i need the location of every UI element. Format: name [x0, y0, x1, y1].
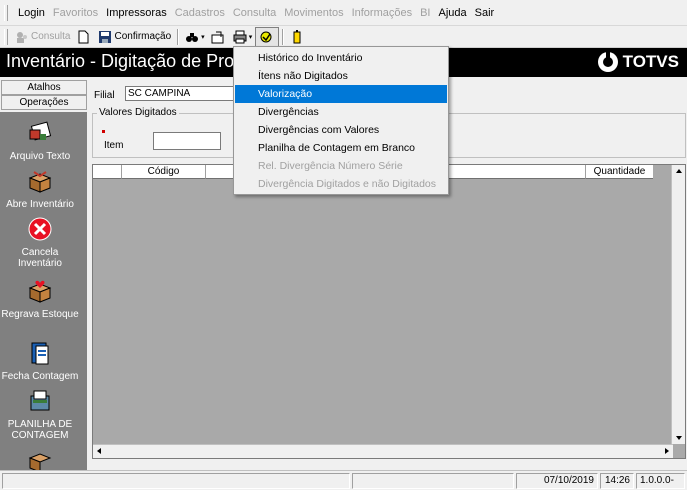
scroll-right-icon[interactable] [665, 448, 669, 454]
sidebar-item-planilha-contagem[interactable]: PLANILHA DE CONTAGEM [0, 388, 80, 441]
menu-favoritos[interactable]: Favoritos [49, 0, 102, 26]
sidebar-item-label: PLANILHA DE CONTAGEM [7, 419, 73, 441]
open-box-icon [28, 171, 52, 193]
menu-consulta[interactable]: Consulta [229, 0, 280, 26]
report-icon [260, 31, 272, 42]
item-field[interactable] [153, 132, 221, 150]
valores-digitados-title: Valores Digitados [97, 107, 179, 118]
reports-button[interactable] [255, 26, 280, 47]
sidebar-item-cancela-inventario[interactable]: Cancela Inventário [0, 216, 80, 269]
menu-informacoes[interactable]: Informações [348, 0, 417, 26]
new-document-icon [78, 30, 89, 43]
menu-login[interactable]: Login [14, 0, 49, 26]
filial-label: Filial [94, 90, 115, 101]
menu-item-itens-nao-digitados[interactable]: Ítens não Digitados [235, 67, 447, 85]
cancel-icon [28, 217, 52, 241]
sidebar-item-label: Regrava Estoque [1, 309, 79, 320]
menu-item-historico-inventario[interactable]: Histórico do Inventário [235, 49, 447, 67]
grid-horizontal-scrollbar[interactable] [93, 444, 673, 458]
item-label: Item [104, 140, 124, 151]
menu-item-divergencias[interactable]: Divergências [235, 103, 447, 121]
sidebar: Atalhos Operações Arquivo Texto Abre Inv… [0, 78, 88, 470]
sidebar-icon-list: Arquivo Texto Abre Inventário Cancela In… [0, 112, 87, 470]
people-search-icon [17, 31, 27, 43]
find-dropdown-icon: ▾ [201, 33, 205, 41]
tab-operacoes[interactable]: Operações [1, 95, 87, 110]
reports-dropdown-menu: Histórico do Inventário Ítens não Digita… [233, 46, 449, 195]
required-marker [102, 130, 105, 133]
menu-grip [4, 4, 8, 21]
grid-vertical-scrollbar[interactable] [671, 165, 685, 444]
toolbar-separator [177, 28, 180, 45]
sidebar-item-abre-inventario[interactable]: Abre Inventário [0, 168, 80, 210]
sidebar-item-arquivo-texto[interactable]: Arquivo Texto [0, 120, 80, 162]
consulta-button[interactable]: Consulta [12, 27, 73, 47]
sidebar-item-label: Abre Inventário [6, 199, 74, 210]
new-doc-button[interactable] [73, 27, 95, 47]
filial-field[interactable]: SC CAMPINA [125, 86, 245, 101]
scroll-left-icon[interactable] [97, 448, 101, 454]
confirmacao-button[interactable]: Confirmação [95, 27, 174, 47]
find-button[interactable]: ▾ [182, 27, 208, 47]
menu-movimentos[interactable]: Movimentos [280, 0, 347, 26]
save-disk-icon [99, 30, 112, 43]
status-version: 1.0.0.0-SI [636, 473, 685, 490]
menu-sair[interactable]: Sair [471, 0, 499, 26]
scroll-up-icon[interactable] [676, 169, 682, 173]
menu-impressoras[interactable]: Impressoras [102, 0, 171, 26]
toolbar-separator-2 [282, 28, 285, 45]
totvs-logo: TOTVS [597, 52, 679, 72]
confirmacao-label: Confirmação [114, 31, 172, 42]
file-text-icon [29, 121, 52, 141]
toolbar-grip [4, 28, 8, 45]
items-grid: Código Quantidade [92, 164, 686, 459]
scroll-down-icon[interactable] [676, 436, 682, 440]
menu-item-divergencias-com-valores[interactable]: Divergências com Valores [235, 121, 447, 139]
printer-icon [233, 30, 247, 43]
close-count-icon [31, 342, 49, 365]
box-partial-icon [28, 453, 52, 470]
menu-bi[interactable]: BI [416, 0, 434, 26]
sidebar-item-label: Cancela Inventário [18, 247, 62, 269]
export-button[interactable] [208, 27, 230, 47]
tab-atalhos[interactable]: Atalhos [1, 80, 87, 95]
grid-row-selector-header [93, 165, 121, 179]
print-dropdown-icon: ▾ [248, 33, 253, 41]
toolbar: Consulta Confirmação ▾ ▾ [0, 26, 687, 48]
sidebar-item-fecha-contagem[interactable]: Fecha Contagem [0, 340, 80, 382]
status-bar: 07/10/2019 14:26 1.0.0.0-SI [0, 470, 687, 490]
menu-item-rel-divergencia-serie[interactable]: Rel. Divergência Número Série [235, 157, 447, 175]
sidebar-item-regrava-estoque[interactable]: Regrava Estoque [0, 278, 80, 320]
status-panel [352, 473, 514, 489]
totvs-logo-text: TOTVS [622, 52, 679, 71]
status-time: 14:26 [600, 473, 634, 489]
menu-item-divergencia-digitados[interactable]: Divergência Digitados e não Digitados [235, 175, 447, 193]
menu-ajuda[interactable]: Ajuda [435, 0, 471, 26]
sidebar-item-label: Arquivo Texto [9, 151, 71, 162]
totvs-logo-icon [597, 52, 618, 72]
grid-header-quantidade[interactable]: Quantidade [585, 165, 653, 179]
battery-icon [293, 29, 301, 43]
status-date: 07/10/2019 [516, 473, 598, 489]
export-icon [211, 31, 224, 43]
sidebar-item-label: Fecha Contagem [1, 371, 79, 382]
box-heart-icon [28, 280, 52, 303]
help-button[interactable] [287, 27, 309, 47]
sidebar-item-partial[interactable] [0, 448, 80, 470]
page-title: Inventário - Digitação de Produt [6, 51, 260, 71]
menu-item-planilha-contagem-branco[interactable]: Planilha de Contagem em Branco [235, 139, 447, 157]
grid-header-codigo[interactable]: Código [121, 165, 205, 179]
spreadsheet-icon [30, 390, 50, 411]
menu-bar: Login Favoritos Impressoras Cadastros Co… [0, 0, 687, 26]
menu-cadastros[interactable]: Cadastros [171, 0, 229, 26]
print-button[interactable]: ▾ [230, 27, 256, 47]
binoculars-icon [186, 32, 199, 42]
menu-item-valorizacao[interactable]: Valorização [235, 85, 447, 103]
status-message [2, 473, 350, 489]
consulta-label: Consulta [31, 31, 71, 42]
